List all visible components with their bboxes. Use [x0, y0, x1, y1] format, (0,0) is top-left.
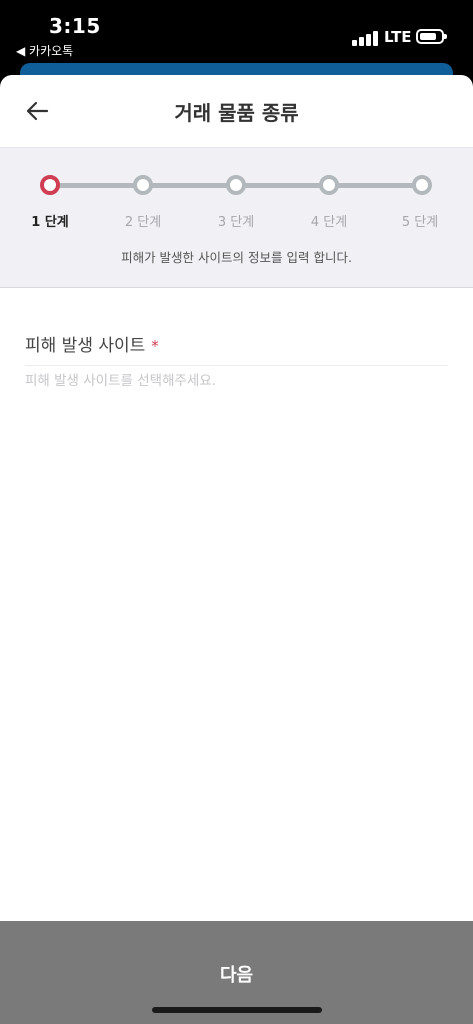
step-5-dot	[412, 175, 432, 195]
step-3-dot	[226, 175, 246, 195]
step-2-label: 2 단계	[124, 215, 162, 230]
page-title: 거래 물품 종류	[174, 101, 299, 125]
step-4-dot	[319, 175, 339, 195]
site-field-label: 피해 발생 사이트 *	[25, 331, 159, 356]
header: 거래 물품 종류	[0, 75, 473, 148]
network-type: LTE	[384, 28, 412, 46]
step-3-label: 3 단계	[217, 215, 255, 230]
field-divider	[25, 365, 448, 366]
site-select-input[interactable]	[25, 369, 445, 393]
step-progress: 1 단계 2 단계 3 단계 4 단계 5 단계 피해가 발생한 사이트의 정보…	[0, 148, 473, 288]
signal-icon	[352, 30, 380, 46]
battery-icon	[416, 29, 447, 44]
step-1-label: 1 단계	[31, 215, 69, 230]
required-mark: *	[151, 337, 159, 355]
step-2-dot	[133, 175, 153, 195]
status-time: 3:15	[49, 14, 101, 38]
step-1-dot	[40, 175, 60, 195]
modal-sheet: 거래 물품 종류 1 단계 2 단계 3 단계 4 단계 5 단계 피해가 발생…	[0, 75, 473, 1024]
step-description: 피해가 발생한 사이트의 정보를 입력 합니다.	[121, 250, 352, 265]
step-4-label: 4 단계	[310, 215, 348, 230]
step-5-label: 5 단계	[401, 215, 439, 230]
back-to-app-link[interactable]: ◀ 카카오톡	[16, 42, 73, 59]
next-button-label: 다음	[219, 965, 254, 986]
status-bar: 3:15 ◀ 카카오톡 LTE	[0, 0, 473, 72]
home-indicator	[152, 1007, 322, 1013]
site-label-text: 피해 발생 사이트	[25, 336, 146, 356]
